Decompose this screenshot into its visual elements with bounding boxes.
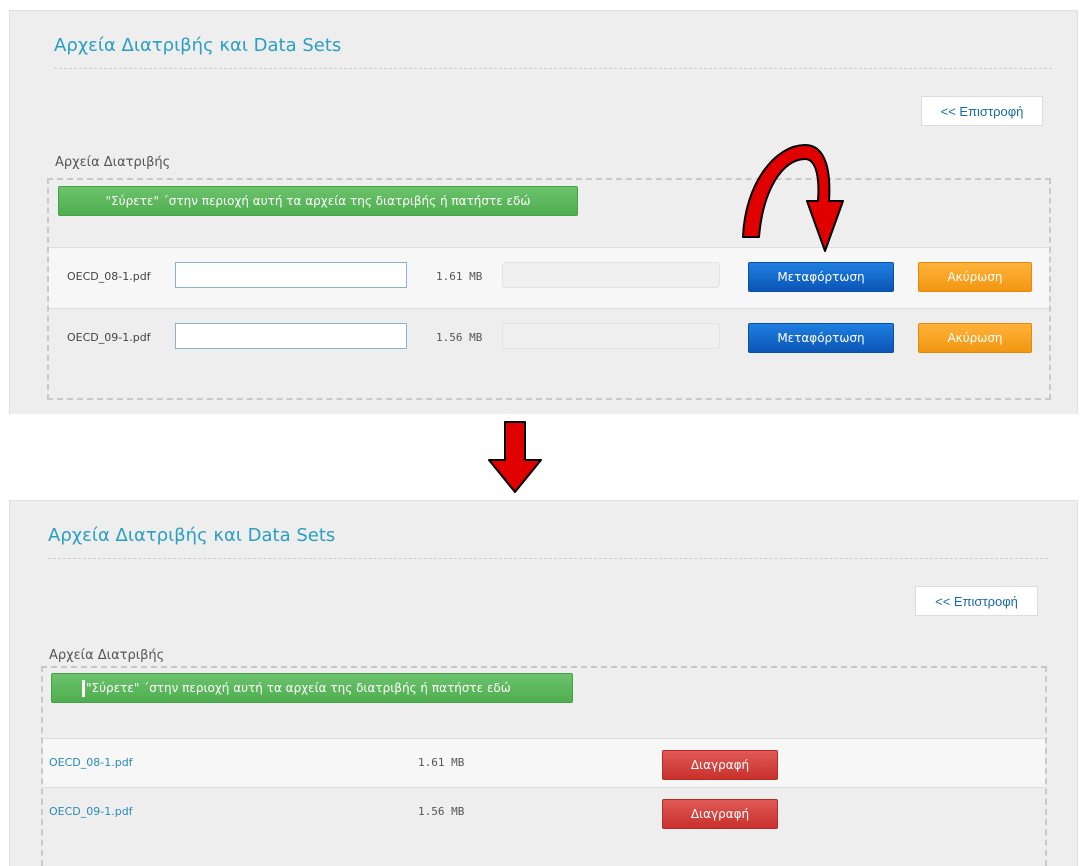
title-divider xyxy=(54,68,1052,69)
back-button[interactable]: << Επιστροφή xyxy=(921,96,1043,126)
upload-button[interactable]: Μεταφόρτωση xyxy=(748,262,894,292)
add-files-button[interactable]: "Σύρετε" ΄στην περιοχή αυτή τα αρχεία τη… xyxy=(51,673,573,703)
cancel-button[interactable]: Ακύρωση xyxy=(918,323,1032,353)
add-files-button[interactable]: "Σύρετε" ΄στην περιοχή αυτή τα αρχεία τη… xyxy=(58,186,578,216)
file-row: OECD_08-1.pdf 1.61 MB Μεταφόρτωση Ακύρωσ… xyxy=(49,247,1049,309)
file-link[interactable]: OECD_09-1.pdf xyxy=(49,805,133,818)
add-files-label: "Σύρετε" ΄στην περιοχή αυτή τα αρχεία τη… xyxy=(86,681,511,695)
cancel-button[interactable]: Ακύρωση xyxy=(918,262,1032,292)
upload-button[interactable]: Μεταφόρτωση xyxy=(748,323,894,353)
file-size: 1.61 MB xyxy=(418,756,465,769)
page-title: Αρχεία Διατριβής και Data Sets xyxy=(48,525,336,546)
title-divider xyxy=(48,558,1048,559)
section-label: Αρχεία Διατριβής xyxy=(55,155,171,170)
file-link[interactable]: OECD_08-1.pdf xyxy=(49,756,133,769)
upload-progress-bar xyxy=(502,262,720,288)
file-description-input[interactable] xyxy=(175,323,407,349)
text-cursor xyxy=(82,680,85,697)
upload-panel-before: Αρχεία Διατριβής και Data Sets << Επιστρ… xyxy=(9,10,1078,414)
down-arrow-icon xyxy=(488,421,542,493)
upload-progress-bar xyxy=(502,323,720,349)
file-size: 1.56 MB xyxy=(418,805,465,818)
curved-arrow-icon xyxy=(742,144,844,252)
delete-button[interactable]: Διαγραφή xyxy=(662,799,778,829)
file-description-input[interactable] xyxy=(175,262,407,288)
file-row: OECD_09-1.pdf 1.56 MB Διαγραφή xyxy=(43,788,1045,838)
back-button[interactable]: << Επιστροφή xyxy=(915,586,1038,616)
file-row: OECD_08-1.pdf 1.61 MB Διαγραφή xyxy=(43,738,1045,788)
file-size: 1.56 MB xyxy=(436,331,483,344)
file-name: OECD_09-1.pdf xyxy=(67,331,151,344)
page-title: Αρχεία Διατριβής και Data Sets xyxy=(54,35,342,56)
file-name: OECD_08-1.pdf xyxy=(67,270,151,283)
file-size: 1.61 MB xyxy=(436,270,483,283)
section-label: Αρχεία Διατριβής xyxy=(49,648,165,663)
file-row: OECD_09-1.pdf 1.56 MB Μεταφόρτωση Ακύρωσ… xyxy=(49,309,1049,371)
delete-button[interactable]: Διαγραφή xyxy=(662,750,778,780)
upload-panel-after: Αρχεία Διατριβής και Data Sets << Επιστρ… xyxy=(9,500,1078,866)
